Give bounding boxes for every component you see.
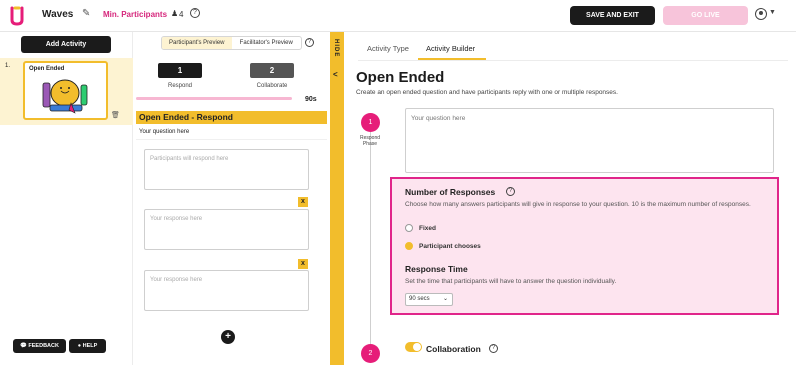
collaboration-label: Collaboration xyxy=(426,344,481,354)
tab-participant-preview[interactable]: Participant's Preview xyxy=(162,37,232,49)
step-label: Respond Phase xyxy=(359,135,380,147)
app-title: Waves xyxy=(42,9,74,20)
question-title: Open Ended - Respond xyxy=(136,111,327,124)
page-title: Open Ended xyxy=(356,69,445,86)
help-label: HELP xyxy=(82,343,98,349)
slide-number: 1. xyxy=(5,63,11,69)
page-description: Create an open ended question and have p… xyxy=(356,89,618,96)
chat-icon: 💬 xyxy=(20,343,27,349)
help-icon[interactable]: ? xyxy=(489,344,498,353)
question-input[interactable]: Your question here xyxy=(405,108,774,173)
slides-panel: Add Activity 1. Open Ended 🗑 💬 FEEDBACK … xyxy=(0,32,133,365)
timer-bar xyxy=(136,97,292,100)
response-box[interactable]: Your response here xyxy=(144,209,309,250)
help-icon[interactable]: ? xyxy=(305,38,314,47)
tabs-divider xyxy=(358,60,788,61)
response-time-select[interactable]: 90 secs ⌄ xyxy=(405,293,453,306)
people-icon: ♟ xyxy=(171,9,179,18)
active-tab-indicator xyxy=(418,58,486,60)
slide-thumbnail[interactable]: Open Ended xyxy=(23,61,108,120)
chevron-left-icon[interactable]: < xyxy=(333,70,338,79)
radio-fixed[interactable] xyxy=(405,224,413,232)
radio-fixed-label[interactable]: Fixed xyxy=(419,225,436,232)
number-of-responses-description: Choose how many answers participants wil… xyxy=(405,201,751,208)
response-time-value: 90 secs xyxy=(409,296,430,302)
help-circle-icon: ● xyxy=(77,343,82,349)
participant-count: 4 xyxy=(179,10,184,19)
response-box[interactable]: Participants will respond here xyxy=(144,149,309,190)
response-time-heading: Response Time xyxy=(405,264,468,274)
save-and-exit-button[interactable]: SAVE AND EXIT xyxy=(570,6,655,25)
slide-illustration-icon xyxy=(42,79,88,114)
help-icon[interactable]: ? xyxy=(190,8,200,18)
trash-icon[interactable]: 🗑 xyxy=(111,111,120,119)
add-activity-button[interactable]: Add Activity xyxy=(21,36,111,53)
step-number: 2 xyxy=(361,344,380,363)
responses-settings-panel: Number of Responses ? Choose how many an… xyxy=(390,177,779,315)
tab-facilitator-preview[interactable]: Facilitator's Preview xyxy=(232,37,302,49)
help-icon[interactable]: ? xyxy=(506,187,515,196)
tab-activity-type[interactable]: Activity Type xyxy=(367,44,409,53)
add-response-button[interactable]: + xyxy=(221,330,235,344)
tab-activity-builder[interactable]: Activity Builder xyxy=(426,44,475,53)
timer-value: 90s xyxy=(305,96,317,103)
close-icon[interactable]: x xyxy=(298,259,308,269)
radio-participant-chooses-label[interactable]: Participant chooses xyxy=(419,243,481,250)
edit-icon[interactable]: ✎ xyxy=(82,8,90,19)
response-box[interactable]: Your response here xyxy=(144,270,309,311)
number-of-responses-heading: Number of Responses xyxy=(405,187,496,197)
app-logo-icon xyxy=(10,6,24,26)
chevron-down-icon: ⌄ xyxy=(442,296,448,302)
hide-label[interactable]: HIDE xyxy=(333,39,339,57)
avatar[interactable] xyxy=(755,8,767,20)
go-live-button[interactable]: GO LIVE xyxy=(663,6,748,25)
radio-participant-chooses[interactable] xyxy=(405,242,413,250)
hide-panel-strip[interactable]: HIDE < xyxy=(330,32,344,365)
phase-collaborate-label: Collaborate xyxy=(256,83,288,89)
top-bar: Waves ✎ Min. Participants ♟ 4 ? SAVE AND… xyxy=(0,0,796,32)
preview-panel: Participant's Preview Facilitator's Prev… xyxy=(133,32,330,365)
collaboration-toggle[interactable] xyxy=(405,342,422,352)
slide-item[interactable]: 1. Open Ended 🗑 xyxy=(0,58,133,125)
activity-builder: Activity Type Activity Builder Open Ende… xyxy=(344,32,796,365)
preview-toggle: Participant's Preview Facilitator's Prev… xyxy=(161,36,302,50)
close-icon[interactable]: x xyxy=(298,197,308,207)
phase-respond-label: Respond xyxy=(167,83,193,89)
phase-collaborate-box[interactable]: 2 xyxy=(250,63,294,78)
response-time-description: Set the time that participants will have… xyxy=(405,278,617,285)
phase-respond-box[interactable]: 1 xyxy=(158,63,202,78)
step-connector xyxy=(370,132,371,357)
help-button[interactable]: ● HELP xyxy=(69,339,106,353)
min-participants-label: Min. Participants xyxy=(103,10,168,19)
feedback-button[interactable]: 💬 FEEDBACK xyxy=(13,339,66,353)
feedback-label: FEEDBACK xyxy=(28,343,59,349)
chevron-down-icon[interactable]: ▼ xyxy=(769,9,776,16)
question-text: Your question here xyxy=(136,124,327,140)
step-number: 1 xyxy=(361,113,380,132)
